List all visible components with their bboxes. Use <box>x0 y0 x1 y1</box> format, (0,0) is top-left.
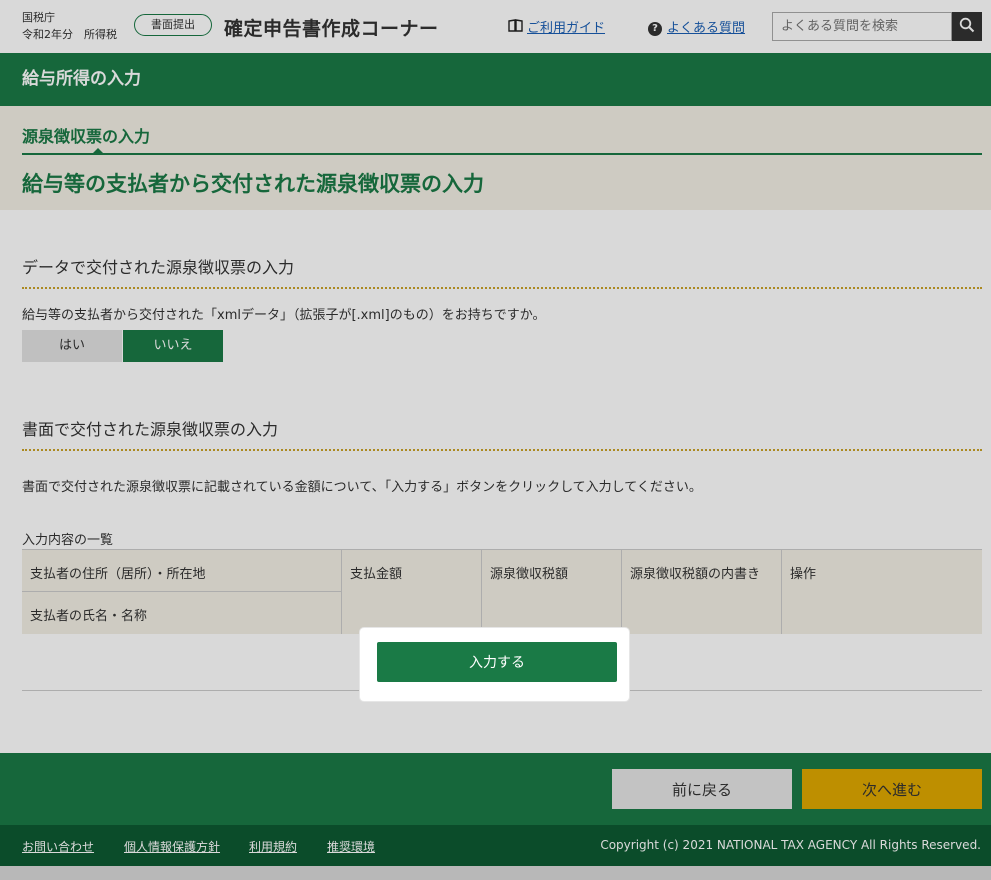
copyright: Copyright (c) 2021 NATIONAL TAX AGENCY A… <box>600 838 981 852</box>
next-button[interactable]: 次へ進む <box>802 769 982 809</box>
no-button[interactable]: いいえ <box>123 330 223 362</box>
footer-contact-link[interactable]: お問い合わせ <box>22 838 94 855</box>
entries-table: 支払者の住所（居所）・所在地 支払者の氏名・名称 支払金額 源泉徴収税額 源泉徴… <box>22 549 982 634</box>
footer: お問い合わせ 個人情報保護方針 利用規約 推奨環境 Copyright (c) … <box>0 825 991 866</box>
back-button[interactable]: 前に戻る <box>612 769 792 809</box>
input-button[interactable]: 入力する <box>377 642 617 682</box>
page-title: 給与等の支払者から交付された源泉徴収票の入力 <box>22 172 484 196</box>
faq-link-label: よくある質問 <box>667 21 746 36</box>
footer-env-link[interactable]: 推奨環境 <box>327 838 375 855</box>
list-label: 入力内容の一覧 <box>22 533 114 548</box>
xml-question: 給与等の支払者から交付された「xmlデータ」（拡張子が[.xml]のもの）をお持… <box>22 308 546 323</box>
mode-badge: 書面提出 <box>134 14 212 36</box>
paper-instruction: 書面で交付された源泉徴収票に記載されている金額について、「入力する」ボタンをクリ… <box>22 480 702 495</box>
step-header: 源泉徴収票の入力 給与等の支払者から交付された源泉徴収票の入力 <box>0 106 991 210</box>
search-icon <box>959 17 975 33</box>
paper-section-heading: 書面で交付された源泉徴収票の入力 <box>22 416 982 451</box>
bottom-nav: 前に戻る 次へ進む <box>0 753 991 825</box>
agency-info: 国税庁 令和2年分 所得税 <box>22 9 117 43</box>
agency-name: 国税庁 <box>22 11 55 24</box>
faq-link[interactable]: ? よくある質問 <box>648 17 745 36</box>
site-header: 国税庁 令和2年分 所得税 書面提出 確定申告書作成コーナー ご利用ガイド ? よ… <box>0 0 991 53</box>
col-payment-amount: 支払金額 <box>342 550 482 634</box>
guide-link[interactable]: ご利用ガイド <box>508 17 605 36</box>
yes-button[interactable]: はい <box>22 330 122 362</box>
col-payer-address: 支払者の住所（居所）・所在地 <box>22 550 342 592</box>
footer-privacy-link[interactable]: 個人情報保護方針 <box>124 838 220 855</box>
section-bar: 給与所得の入力 <box>0 53 991 106</box>
faq-search-input[interactable] <box>772 12 952 41</box>
step-divider <box>22 153 982 155</box>
col-operation: 操作 <box>782 550 982 634</box>
site-title: 確定申告書作成コーナー <box>224 18 439 40</box>
col-payer-name: 支払者の氏名・名称 <box>22 592 342 634</box>
step-label: 源泉徴収票の入力 <box>22 127 151 146</box>
tax-year: 令和2年分 所得税 <box>22 28 117 41</box>
book-icon <box>508 19 523 36</box>
guide-link-label: ご利用ガイド <box>527 21 606 36</box>
col-withholding-tax: 源泉徴収税額 <box>482 550 622 634</box>
question-icon: ? <box>648 22 662 36</box>
page-bottom <box>0 866 991 880</box>
footer-terms-link[interactable]: 利用規約 <box>249 838 297 855</box>
col-tax-breakdown: 源泉徴収税額の内書き <box>622 550 782 634</box>
search-button[interactable] <box>952 12 982 41</box>
data-section-heading: データで交付された源泉徴収票の入力 <box>22 254 982 289</box>
